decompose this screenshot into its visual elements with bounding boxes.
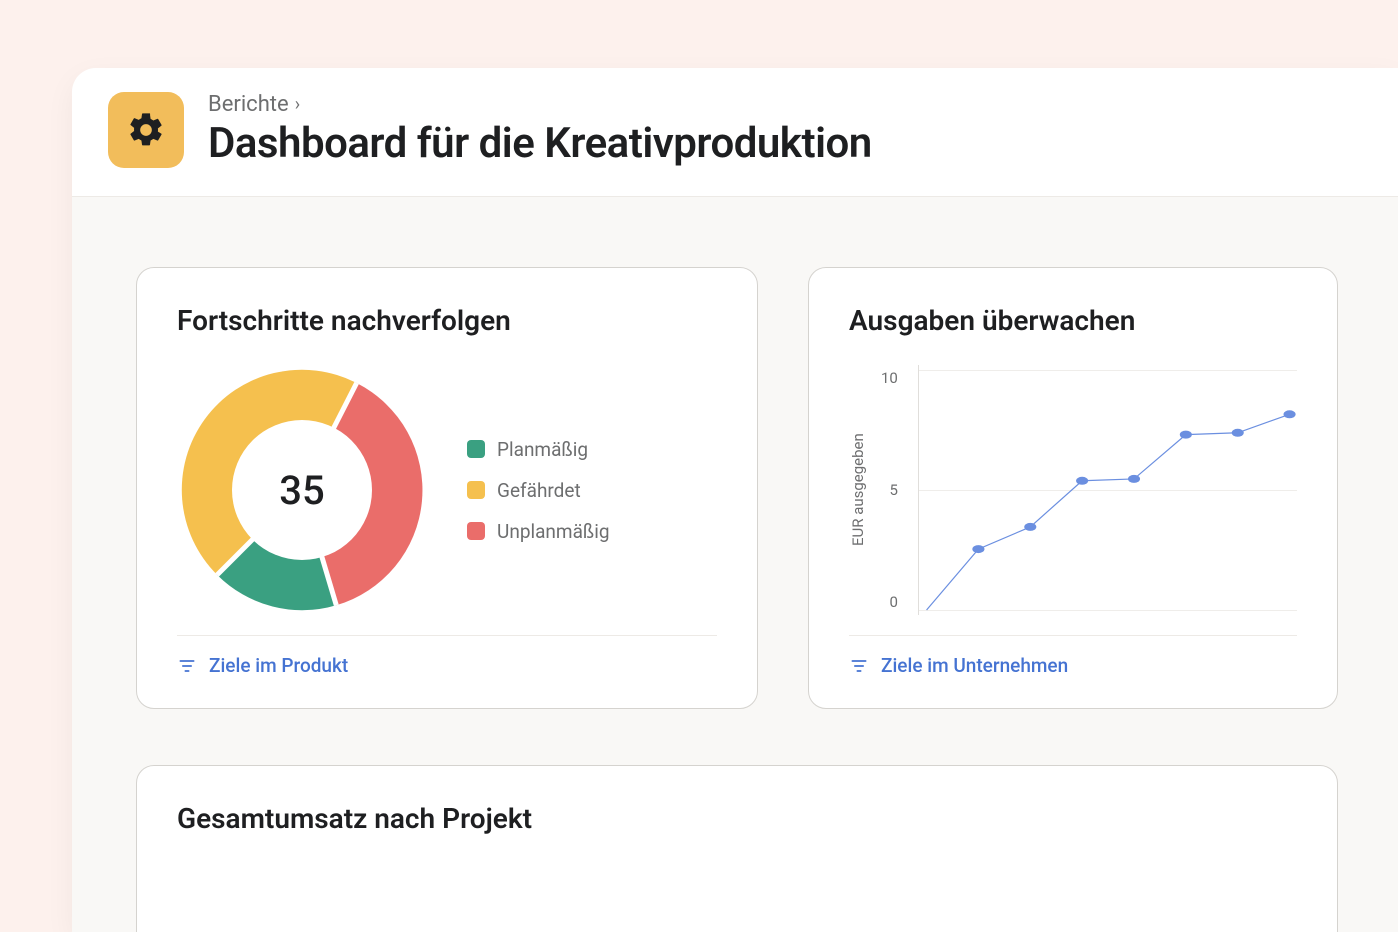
card-spending: Ausgaben überwachen EUR ausgegeben 10 5 …	[808, 267, 1338, 709]
filter-link-progress[interactable]: Ziele im Produkt	[177, 654, 348, 677]
card-revenue-title: Gesamtumsatz nach Projekt	[177, 802, 1297, 835]
breadcrumb-root[interactable]: Berichte	[208, 92, 289, 117]
filter-label: Ziele im Produkt	[209, 654, 348, 677]
app-header: Berichte › Dashboard für die Kreativprod…	[72, 68, 1398, 197]
legend-item-unplanmaessig: Unplanmäßig	[467, 520, 610, 543]
card-progress: Fortschritte nachverfolgen	[136, 267, 758, 709]
swatch-red	[467, 522, 485, 540]
legend-label: Planmäßig	[497, 438, 588, 461]
legend-label: Unplanmäßig	[497, 520, 610, 543]
breadcrumb[interactable]: Berichte ›	[208, 92, 872, 117]
line-chart	[918, 365, 1297, 615]
filter-label: Ziele im Unternehmen	[881, 654, 1068, 677]
legend-item-planmaessig: Planmäßig	[467, 438, 610, 461]
swatch-green	[467, 440, 485, 458]
chevron-right-icon: ›	[295, 94, 300, 115]
y-axis-label: EUR ausgegeben	[849, 365, 867, 615]
card-progress-title: Fortschritte nachverfolgen	[177, 304, 717, 337]
swatch-yellow	[467, 481, 485, 499]
y-axis-ticks: 10 5 0	[881, 365, 904, 615]
filter-link-spending[interactable]: Ziele im Unternehmen	[849, 654, 1068, 677]
donut-chart: 35	[177, 365, 427, 615]
page-title: Dashboard für die Kreativproduktion	[208, 119, 872, 168]
y-tick: 10	[881, 369, 898, 387]
y-tick: 0	[881, 593, 898, 611]
legend-item-gefaehrdet: Gefährdet	[467, 479, 610, 502]
legend-label: Gefährdet	[497, 479, 581, 502]
card-revenue: Gesamtumsatz nach Projekt	[136, 765, 1338, 932]
filter-icon	[849, 656, 869, 676]
donut-legend: Planmäßig Gefährdet Unplanmäßig	[467, 438, 610, 543]
donut-center-value: 35	[177, 365, 427, 615]
y-tick: 5	[881, 481, 898, 499]
app-window: Berichte › Dashboard für die Kreativprod…	[72, 68, 1398, 932]
filter-icon	[177, 656, 197, 676]
gear-icon	[108, 92, 184, 168]
card-spending-title: Ausgaben überwachen	[849, 304, 1297, 337]
